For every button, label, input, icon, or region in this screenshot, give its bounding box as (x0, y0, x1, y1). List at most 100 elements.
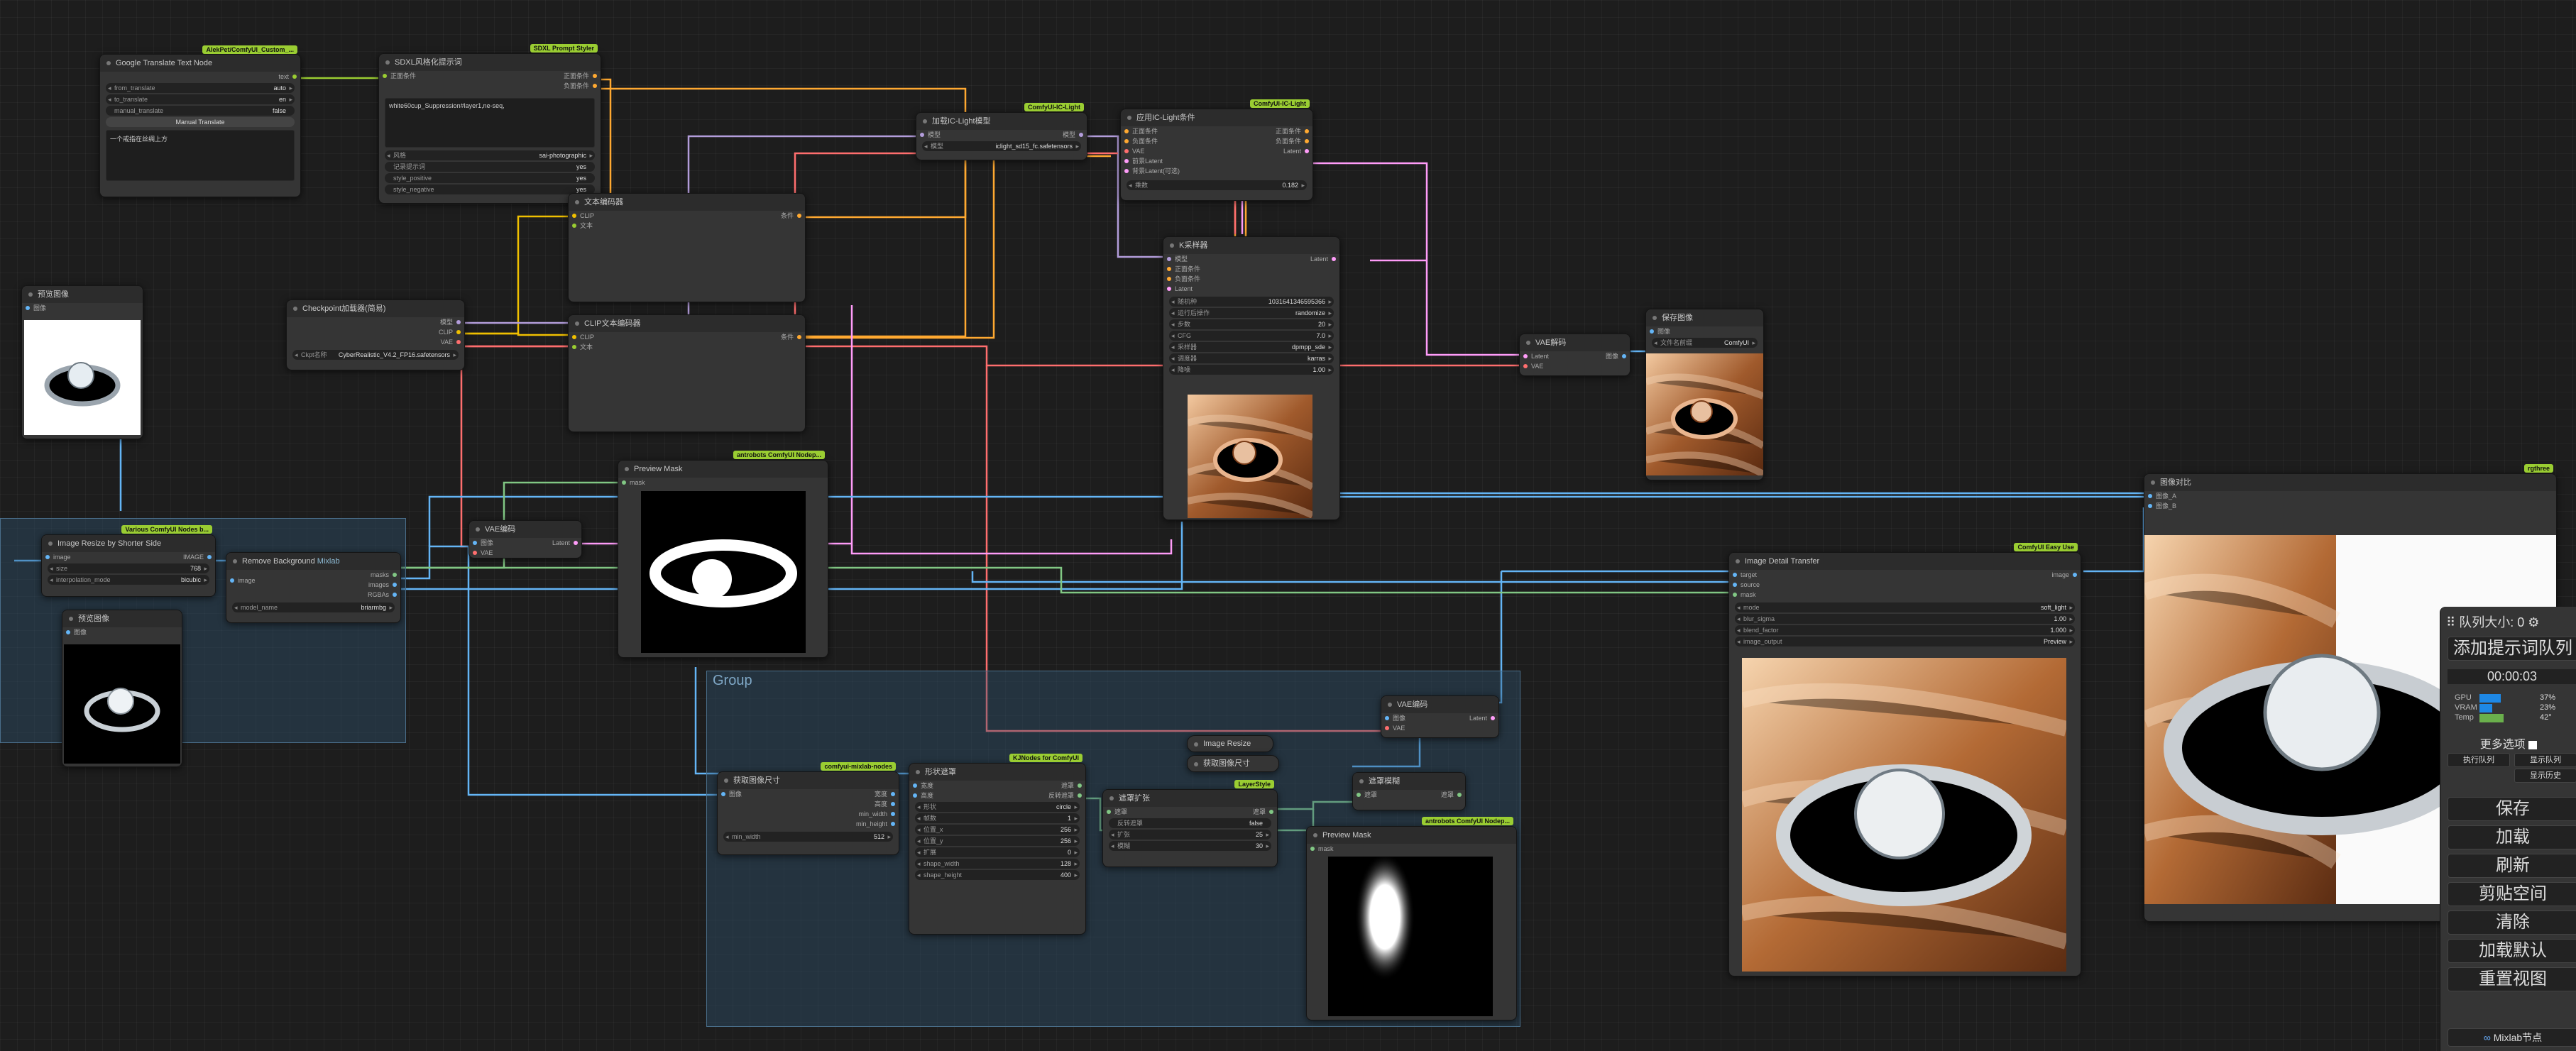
input-image[interactable]: image (42, 552, 124, 562)
node-apply-iclight[interactable]: ComfyUI-IC-Light 应用IC-Light条件 正面条件 负面条件 … (1120, 99, 1313, 201)
widget-scheduler[interactable]: 调度器 karras (1169, 353, 1334, 363)
widget-invert-mask[interactable]: 反转遮罩 false (1109, 818, 1271, 828)
input-target[interactable]: target (1729, 570, 1812, 580)
widget-seed[interactable]: 随机种 1031641346595366 (1169, 297, 1334, 307)
node-image-detail-transfer[interactable]: ComfyUI Easy Use Image Detail Transfer t… (1728, 543, 2081, 976)
output-text[interactable]: text (100, 72, 300, 82)
widget-location-y[interactable]: 位置_y 256 (915, 836, 1080, 846)
input-negative[interactable]: 负面条件 (1163, 274, 1260, 284)
node-title[interactable]: Image Detail Transfer (1729, 553, 2081, 570)
node-title[interactable]: Google Translate Text Node (100, 55, 300, 72)
node-title[interactable]: 形状遮罩 (909, 764, 1085, 781)
translate-textarea[interactable]: 一个戒指在丝绸上方 (106, 130, 295, 181)
output-vae[interactable]: VAE (287, 337, 464, 347)
output-images[interactable]: images (318, 580, 400, 590)
node-title[interactable]: Checkpoint加载器(简易) (287, 300, 464, 317)
node-title[interactable]: CLIP文本编码器 (569, 315, 805, 332)
widget-model-name[interactable]: model_name briarmbg (232, 602, 395, 612)
node-mask-grow[interactable]: LayerStyle 遮罩扩张 遮罩 遮罩 反转遮罩 false 扩张 25 模糊 3… (1102, 780, 1278, 867)
input-mask[interactable]: mask (1729, 590, 1812, 600)
input-clip[interactable]: CLIP (569, 211, 651, 221)
load-default-button[interactable]: 加载默认 (2448, 939, 2576, 963)
output-min-height[interactable]: min_height (816, 819, 899, 829)
widget-style-negative[interactable]: style_negative yes (385, 185, 595, 194)
input-vae[interactable]: VAE (1121, 146, 1224, 156)
output-conditioning[interactable]: 条件 (723, 332, 805, 342)
output-negative[interactable]: 负面条件 (490, 81, 601, 91)
node-sdxl-styler[interactable]: SDXL Prompt Styler SDXL风格化提示词 正面条件 正面条件 … (378, 44, 601, 204)
widget-blend-factor[interactable]: blend_factor 1.000 (1735, 625, 2075, 635)
widget-grow[interactable]: 扩张 25 (1109, 830, 1271, 840)
node-image-resize-shorter[interactable]: Various ComfyUI Nodes b... Image Resize … (41, 525, 216, 597)
node-title[interactable]: Image Resize by Shorter Side (42, 535, 215, 552)
output-height[interactable]: 高度 (816, 799, 899, 809)
node-mask-blur[interactable]: 遮罩模糊 遮罩 遮罩 (1352, 772, 1466, 810)
input-latent[interactable]: Latent (1163, 284, 1260, 294)
output-inverted-mask[interactable]: 反转遮罩 (1003, 791, 1085, 800)
node-shape-mask[interactable]: KJNodes for ComfyUI 形状遮罩 宽度 高度 遮罩 反转遮罩 形… (909, 754, 1086, 935)
output-mask[interactable]: 遮罩 (1195, 807, 1277, 817)
output-image[interactable]: image (1998, 570, 2081, 580)
output-image[interactable]: 图像 (1576, 351, 1630, 361)
input-bg-latent[interactable]: 背景Latent(可选) (1121, 166, 1224, 176)
node-title[interactable]: Remove Background Mixlab (226, 553, 400, 570)
load-button[interactable]: 加载 (2448, 825, 2576, 849)
output-conditioning[interactable]: 条件 (723, 211, 805, 221)
node-preview-image[interactable]: 预览图像 图像 (21, 285, 143, 439)
node-vae-encode[interactable]: VAE编码 图像 VAE Latent (468, 520, 582, 558)
node-ksampler[interactable]: K采样器 模型 正面条件 负面条件 Latent Latent 随机种 10316… (1163, 236, 1340, 520)
more-options-checkbox[interactable] (2528, 740, 2538, 749)
widget-shape[interactable]: 形状 circle (915, 802, 1080, 812)
save-button[interactable]: 保存 (2448, 797, 2576, 821)
node-title[interactable]: 文本编码器 (569, 194, 805, 211)
input-image[interactable]: 图像 (22, 303, 143, 313)
node-load-iclight[interactable]: ComfyUI-IC-Light 加载IC-Light模型 模型 模型 模型 ic… (916, 103, 1087, 160)
show-queue-button[interactable]: 显示队列 (2514, 753, 2576, 767)
node-preview-mask-2[interactable]: antrobots ComfyUI Nodep... Preview Mask … (1306, 817, 1517, 1020)
node-title[interactable]: 加载IC-Light模型 (916, 113, 1087, 130)
queue-prompt-button[interactable]: 添加提示词队列 (2448, 637, 2576, 661)
node-title[interactable]: K采样器 (1163, 237, 1339, 254)
output-negative[interactable]: 负面条件 (1216, 136, 1312, 146)
negative-textarea[interactable]: white60cup_Suppression#layer1,ne-seq, (385, 98, 595, 148)
node-save-image[interactable]: 保存图像 图像 文件名前缀 ComfyUI (1645, 309, 1764, 480)
input-text[interactable]: 文本 (569, 221, 651, 231)
manual-translate-button[interactable]: Manual Translate (106, 117, 295, 127)
widget-blur-sigma[interactable]: blur_sigma 1.00 (1735, 614, 2075, 624)
more-options-row[interactable]: 更多选项 (2440, 734, 2576, 752)
widget-iclight-model[interactable]: 模型 iclight_sd15_fc.safetensors (922, 141, 1081, 151)
widget-sampler[interactable]: 采样器 dpmpp_sde (1169, 342, 1334, 352)
node-title[interactable]: 图像对比 (2144, 474, 2556, 491)
input-clip[interactable]: CLIP (569, 332, 651, 342)
node-title[interactable]: VAE编码 (469, 521, 581, 538)
queue-view-button[interactable]: 执行队列 (2448, 753, 2510, 767)
show-history-button[interactable]: 显示历史 (2514, 769, 2576, 783)
input-model[interactable]: 模型 (1163, 254, 1260, 264)
output-min-width[interactable]: min_width (816, 809, 899, 819)
clear-button[interactable]: 清除 (2448, 910, 2576, 935)
node-title[interactable]: Preview Mask (618, 461, 828, 478)
widget-control-after[interactable]: 运行后操作 randomize (1169, 308, 1334, 318)
output-positive[interactable]: 正面条件 (490, 71, 601, 81)
widget-to-translate[interactable]: to_translate en (106, 94, 295, 104)
node-title[interactable]: VAE解码 (1520, 334, 1630, 351)
node-title[interactable]: 获取图像尺寸 (718, 772, 899, 789)
mixlab-button[interactable]: ∞ Mixlab节点 (2448, 1028, 2576, 1047)
widget-mode[interactable]: mode soft_light (1735, 602, 2075, 612)
node-get-size-collapsed[interactable]: 获取图像尺寸 (1187, 755, 1279, 772)
widget-min-width[interactable]: min_width 512 (723, 832, 893, 842)
input-mask[interactable]: mask (618, 478, 828, 488)
input-positive[interactable]: 正面条件 (1163, 264, 1260, 274)
widget-manual-translate[interactable]: manual_translate false (106, 106, 295, 116)
input-image[interactable]: 图像 (718, 789, 800, 799)
output-image[interactable]: IMAGE (133, 552, 215, 562)
widget-from-translate[interactable]: from_translate auto (106, 83, 295, 93)
node-checkpoint-loader[interactable]: Checkpoint加载器(简易) 模型 CLIP VAE Ckpt名称 Cybe… (286, 299, 465, 370)
output-model[interactable]: 模型 (1004, 130, 1087, 140)
input-height[interactable]: 高度 (909, 791, 992, 800)
widget-cfg[interactable]: CFG 7.0 (1169, 331, 1334, 341)
node-text-encoder[interactable]: 文本编码器 CLIP 文本 条件 (568, 193, 806, 302)
input-model[interactable]: 模型 (916, 130, 999, 140)
output-rgbas[interactable]: RGBAs (318, 590, 400, 600)
node-get-image-size[interactable]: comfyui-mixlab-nodes 获取图像尺寸 图像 宽度 高度 min… (717, 762, 899, 855)
